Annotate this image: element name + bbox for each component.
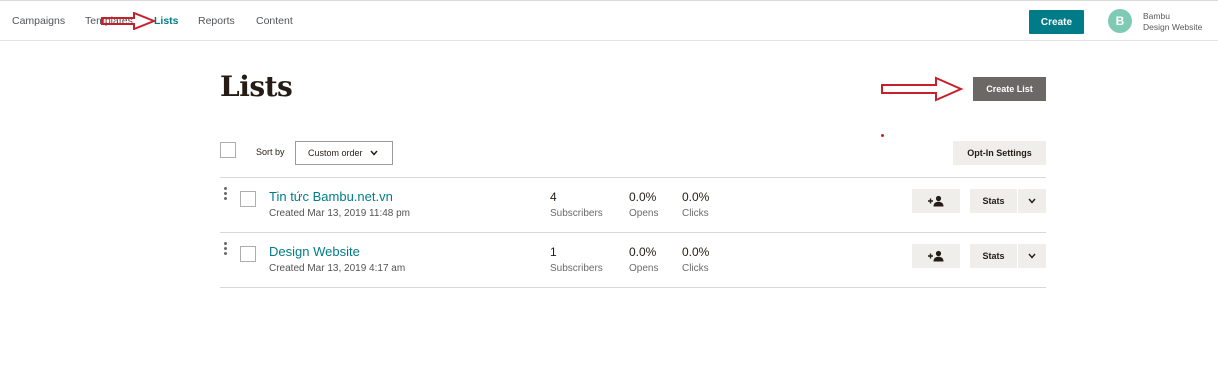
subscribers-label: Subscribers xyxy=(550,263,603,274)
clicks-label: Clicks xyxy=(682,208,709,219)
create-button[interactable]: Create xyxy=(1029,10,1084,34)
add-subscriber-button[interactable] xyxy=(912,244,960,268)
sort-value: Custom order xyxy=(308,148,363,158)
nav-lists[interactable]: Lists xyxy=(154,15,179,27)
chevron-down-icon xyxy=(369,149,378,158)
drag-handle-icon[interactable] xyxy=(224,242,228,257)
top-nav: Campaigns Templates Lists Reports Conten… xyxy=(0,0,1218,41)
opens-label: Opens xyxy=(629,263,659,274)
list-created: Created Mar 13, 2019 11:48 pm xyxy=(269,208,411,219)
opens-label: Opens xyxy=(629,208,659,219)
add-subscriber-button[interactable] xyxy=(912,189,960,213)
page-title: Lists xyxy=(220,70,293,103)
create-list-button[interactable]: Create List xyxy=(973,77,1046,101)
select-all-checkbox[interactable] xyxy=(220,142,236,158)
sort-select[interactable]: Custom order xyxy=(295,141,393,165)
avatar[interactable]: B xyxy=(1108,9,1132,33)
clicks-rate: 0.0% xyxy=(682,190,710,204)
list-row: Design Website Created Mar 13, 2019 4:17… xyxy=(220,233,1046,288)
list-row: Tin tức Bambu.net.vn Created Mar 13, 201… xyxy=(220,178,1046,233)
add-user-icon xyxy=(928,195,944,207)
stats-dropdown-button[interactable] xyxy=(1018,244,1046,268)
clicks-label: Clicks xyxy=(682,263,709,274)
annotation-dot xyxy=(881,134,884,137)
stats-button[interactable]: Stats xyxy=(970,189,1017,213)
divider xyxy=(220,287,1046,288)
chevron-down-icon xyxy=(1028,253,1036,259)
list-name-link[interactable]: Tin tức Bambu.net.vn xyxy=(269,189,393,204)
nav-reports[interactable]: Reports xyxy=(198,15,235,27)
subscribers-label: Subscribers xyxy=(550,208,603,219)
drag-handle-icon[interactable] xyxy=(224,187,228,202)
clicks-rate: 0.0% xyxy=(682,245,710,259)
chevron-down-icon xyxy=(1028,198,1036,204)
subscribers-count: 4 xyxy=(550,190,557,204)
annotation-arrow-icon xyxy=(881,76,964,102)
annotation-arrow-icon xyxy=(101,12,156,30)
account-name[interactable]: Bambu xyxy=(1143,11,1170,22)
list-name-link[interactable]: Design Website xyxy=(269,244,360,259)
row-checkbox[interactable] xyxy=(240,191,256,207)
stats-button[interactable]: Stats xyxy=(970,244,1017,268)
sort-label: Sort by xyxy=(256,147,285,157)
account-subtitle[interactable]: Design Website xyxy=(1143,22,1202,32)
row-checkbox[interactable] xyxy=(240,246,256,262)
add-user-icon xyxy=(928,250,944,262)
nav-campaigns[interactable]: Campaigns xyxy=(12,15,65,27)
nav-content[interactable]: Content xyxy=(256,15,293,27)
subscribers-count: 1 xyxy=(550,245,557,259)
list-created: Created Mar 13, 2019 4:17 am xyxy=(269,263,406,274)
opt-in-settings-button[interactable]: Opt-In Settings xyxy=(953,141,1046,165)
opens-rate: 0.0% xyxy=(629,245,657,259)
opens-rate: 0.0% xyxy=(629,190,657,204)
stats-dropdown-button[interactable] xyxy=(1018,189,1046,213)
